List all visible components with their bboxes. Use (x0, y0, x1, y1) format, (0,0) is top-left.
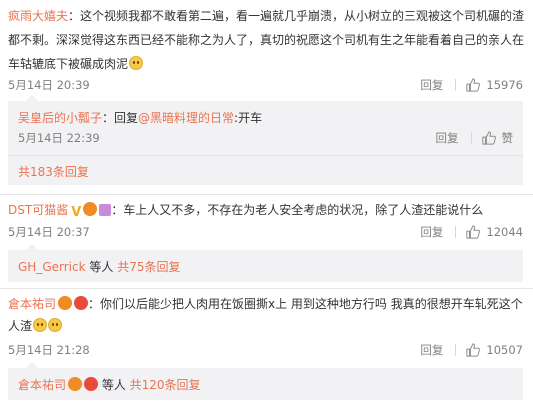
more-text: 等人 (98, 378, 130, 392)
sub-reply-box: 倉本祐司 等人 共120条回复 (8, 362, 523, 400)
smile-emoji-icon (33, 318, 48, 332)
mention-link[interactable]: @黑暗料理的日常 (138, 111, 234, 125)
smile-emoji-icon (129, 56, 144, 70)
member-badge-icon (68, 377, 83, 391)
more-replies-link[interactable]: 共75条回复 (117, 260, 180, 274)
comment-time: 5月14日 20:37 (8, 225, 90, 239)
reply-user-link[interactable]: 倉本祐司 (18, 378, 66, 392)
like-count: 15976 (486, 78, 523, 92)
reply-user-link[interactable]: GH_Gerrick (18, 260, 86, 274)
more-text: 等人 (85, 260, 118, 274)
like-count: 12044 (486, 225, 523, 239)
like-count: 10507 (486, 343, 523, 357)
comment-user-link[interactable]: 疯雨大嬉夫 (8, 9, 68, 23)
reply-user-link[interactable]: 吴皇后的小瓢子 (18, 111, 102, 125)
member-badge-icon (58, 296, 73, 310)
reply-button[interactable]: 回复 (436, 131, 459, 145)
like-button[interactable]: 15976 (466, 78, 523, 92)
level-badge-icon (99, 204, 112, 216)
reply-button[interactable]: 回复 (420, 343, 443, 357)
comment-text: 这个视频我都不敢看第二遍，看一遍就几乎崩溃，从小树立的三观被这个司机碾的渣 (80, 9, 525, 23)
comment-time: 5月14日 21:28 (8, 343, 90, 357)
reply-button[interactable]: 回复 (420, 78, 443, 92)
member-badge-icon (83, 202, 98, 216)
comment-user-link[interactable]: DST可猫酱 (8, 203, 68, 217)
reply-button[interactable]: 回复 (420, 225, 443, 239)
reply-prefix: ：回复 (102, 111, 139, 125)
comment-user-link[interactable]: 倉本祐司 (8, 297, 56, 311)
thumbs-up-icon (466, 343, 481, 357)
comment-text: 都不剩。深深觉得这东西已经不能称之为人了，真切的祝愿这个司机有生之年能看着自己的… (8, 33, 525, 47)
divider (8, 155, 523, 156)
thumbs-up-icon (466, 78, 481, 92)
smile-emoji-icon (48, 318, 63, 332)
like-label: 赞 (501, 131, 514, 145)
divider (470, 132, 472, 144)
divider (455, 79, 457, 91)
more-replies-link[interactable]: 共120条回复 (130, 378, 201, 392)
comment-time: 5月14日 20:39 (8, 78, 90, 92)
red-badge-icon (84, 377, 99, 391)
more-replies-link[interactable]: 共183条回复 (18, 163, 89, 180)
comment-text: 人渣 (8, 319, 33, 333)
like-button[interactable]: 赞 (481, 131, 514, 145)
divider (455, 344, 457, 356)
comment-text: 车轱辘底下被碾成肉泥 (8, 57, 129, 71)
comment-divider (0, 288, 533, 289)
sub-reply-box: 吴皇后的小瓢子：回复@黑暗料理的日常:开车 5月14日 22:39 回复 赞 共1… (8, 95, 523, 185)
comment-text: ：你们以后能少把人肉用在饭圈撕x上 用到这种地方行吗 我真的很想开车轧死这个 (88, 297, 523, 311)
sub-reply-box: GH_Gerrick 等人 共75条回复 (8, 244, 523, 282)
like-button[interactable]: 10507 (466, 343, 523, 357)
divider (455, 226, 457, 238)
comment-text: ：车上人又不多，不存在为老人安全考虑的状况，除了人渣还能说什么 (111, 203, 484, 217)
thumbs-up-icon (481, 131, 496, 145)
red-badge-icon (74, 296, 89, 310)
reply-time: 5月14日 22:39 (18, 131, 100, 145)
thumbs-up-icon (466, 225, 481, 239)
verified-v-icon: V (71, 205, 82, 220)
comment-divider (0, 194, 533, 195)
reply-text: :开车 (234, 111, 263, 125)
like-button[interactable]: 12044 (466, 225, 523, 239)
